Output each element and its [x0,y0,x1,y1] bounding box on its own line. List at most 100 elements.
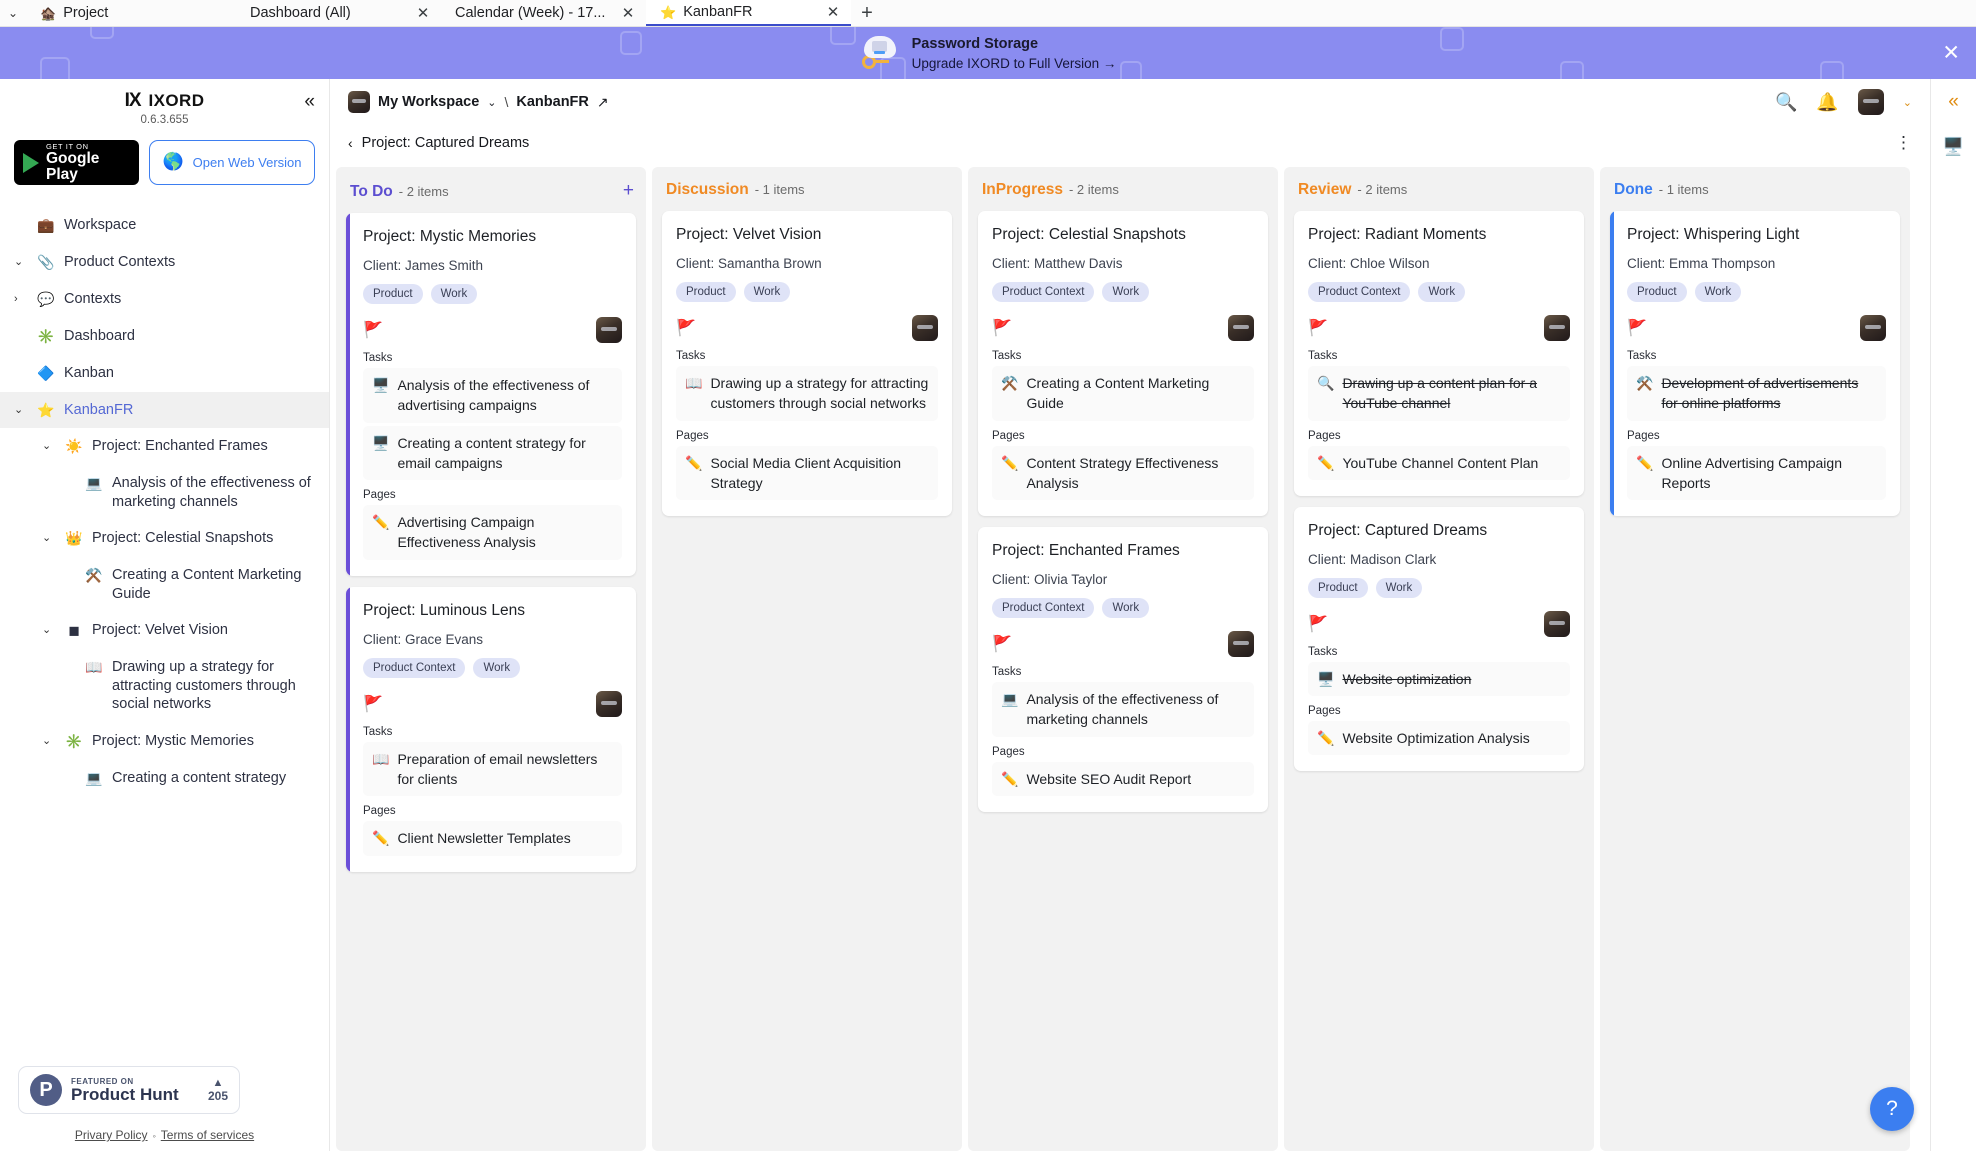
page-item[interactable]: ✏️ Website SEO Audit Report [992,761,1254,797]
sidebar-item-creating-a-content-marketing-guide[interactable]: ⚒️ Creating a Content Marketing Guide [0,557,329,612]
close-icon[interactable]: ✕ [1942,43,1960,64]
task-item[interactable]: 📖 Preparation of email newsletters for cl… [363,741,622,797]
more-options-icon[interactable]: ⋮ [1895,134,1912,152]
browser-tab[interactable]: 🏚️ Project [26,0,236,26]
tag-chip[interactable]: Work [743,282,791,302]
kanban-card[interactable]: Project: Velvet Vision Client: Samantha B… [662,211,952,517]
tag-chip[interactable]: Work [430,284,478,304]
product-hunt-badge[interactable]: P FEATURED ON Product Hunt ▲ 205 [18,1066,240,1114]
sidebar-item-kanban[interactable]: 🔷 Kanban [0,355,329,392]
tag-chip[interactable]: Product [676,282,736,302]
tag-chip[interactable]: Work [1418,282,1466,302]
tag-chip[interactable]: Product [363,284,423,304]
avatar[interactable] [1228,631,1254,658]
terms-of-service-link[interactable]: Terms of services [161,1128,254,1142]
kanban-card[interactable]: Project: Enchanted Frames Client: Olivia … [978,527,1268,813]
kanban-card[interactable]: Project: Luminous Lens Client: Grace Evan… [346,586,636,872]
sidebar-collapse-icon[interactable]: « [304,91,315,113]
avatar[interactable] [596,690,622,717]
chevron-down-icon[interactable]: ⌄ [42,621,56,637]
task-item[interactable]: 🖥️ Analysis of the effectiveness of adver… [363,368,622,423]
chevron-down-icon[interactable]: ⌄ [42,732,56,748]
kanban-card[interactable]: Project: Celestial Snapshots Client: Matt… [978,211,1268,517]
page-item[interactable]: ✏️ Client Newsletter Templates [363,821,622,856]
tab-close-icon[interactable]: ✕ [825,3,841,21]
tag-chip[interactable]: Product Context [992,282,1095,302]
page-item[interactable]: ✏️ Social Media Client Acquisition Strate… [676,445,938,501]
sidebar-item-kanbanfr[interactable]: ⌄ ⭐ KanbanFR [0,391,329,429]
chevron-down-icon[interactable]: ⌄ [14,401,28,417]
flag-icon[interactable]: 🚩 [992,318,1012,338]
task-item[interactable]: ⚒️ Development of advertisements for onli… [1627,366,1886,421]
kanban-card[interactable]: Project: Radiant Moments Client: Chloe Wi… [1294,211,1584,496]
tag-chip[interactable]: Product Context [992,598,1095,619]
add-card-button[interactable]: + [623,181,634,200]
flag-icon[interactable]: 🚩 [363,320,383,340]
avatar[interactable] [1544,315,1570,341]
chevron-down-icon[interactable]: ⌄ [14,253,28,269]
flag-icon[interactable]: 🚩 [1627,318,1647,338]
tag-chip[interactable]: Work [1375,577,1423,598]
tag-chip[interactable]: Product Context [1308,282,1411,302]
tab-close-icon[interactable]: ✕ [620,4,636,22]
kanban-card[interactable]: Project: Whispering Light Client: Emma Th… [1610,211,1900,517]
task-item[interactable]: 📖 Drawing up a strategy for attracting cu… [676,366,938,421]
tag-chip[interactable]: Product [1627,282,1687,302]
workspace-avatar[interactable] [348,91,370,113]
avatar[interactable] [1228,315,1254,341]
rail-collapse-icon[interactable]: « [1948,91,1959,113]
avatar[interactable] [1544,610,1570,637]
sidebar-item-project-celestial-snapshots[interactable]: ⌄ 👑 Project: Celestial Snapshots [0,520,329,557]
task-item[interactable]: 🖥️ Website optimization [1308,661,1570,697]
sidebar-item-project-mystic-memories[interactable]: ⌄ ✳️ Project: Mystic Memories [0,723,329,760]
board-name[interactable]: KanbanFR [516,94,589,110]
bell-icon[interactable]: 🔔 [1816,93,1838,111]
browser-tab[interactable]: Dashboard (All) ✕ [236,0,441,26]
google-play-button[interactable]: GET IT ON Google Play [14,140,139,185]
tag-chip[interactable]: Work [1102,598,1150,619]
workspace-name[interactable]: My Workspace [378,94,479,110]
tag-chip[interactable]: Work [1694,282,1742,302]
sidebar-item-dashboard[interactable]: ✳️ Dashboard [0,318,329,355]
page-item[interactable]: ✏️ Website Optimization Analysis [1308,721,1570,756]
avatar[interactable] [912,315,938,341]
flag-icon[interactable]: 🚩 [992,634,1012,654]
chevron-down-icon[interactable]: ⌄ [487,96,496,109]
sidebar-item-workspace[interactable]: 💼 Workspace [0,207,329,244]
sidebar-item-analysis-of-the-effectiveness-of-marketi[interactable]: 💻 Analysis of the effectiveness of market… [0,465,329,520]
sidebar-item-project-velvet-vision[interactable]: ⌄ ◼ Project: Velvet Vision [0,612,329,649]
tag-chip[interactable]: Product Context [363,657,466,678]
tab-list-chevron-icon[interactable]: ⌄ [0,0,26,26]
kanban-card[interactable]: Project: Mystic Memories Client: James Sm… [346,213,636,576]
tag-chip[interactable]: Work [1102,282,1150,302]
task-item[interactable]: 💻 Analysis of the effectiveness of market… [992,682,1254,737]
tag-chip[interactable]: Product [1308,577,1368,598]
monitor-icon[interactable]: 🖥️ [1943,137,1964,157]
task-item[interactable]: 🖥️ Creating a content strategy for email … [363,425,622,481]
privacy-policy-link[interactable]: Privary Policy [75,1128,148,1142]
search-icon[interactable]: 🔍 [1775,93,1797,111]
tag-chip[interactable]: Work [473,657,521,678]
external-link-icon[interactable]: ↗ [597,94,609,111]
chevron-down-icon[interactable]: ⌄ [42,529,56,545]
task-item[interactable]: ⚒️ Creating a Content Marketing Guide [992,366,1254,421]
page-item[interactable]: ✏️ YouTube Channel Content Plan [1308,445,1570,480]
browser-tab[interactable]: ⭐ KanbanFR ✕ [646,0,851,26]
avatar[interactable] [596,317,622,343]
page-item[interactable]: ✏️ Advertising Campaign Effectiveness Ana… [363,505,622,560]
flag-icon[interactable]: 🚩 [676,318,696,338]
avatar[interactable] [1860,315,1886,341]
flag-icon[interactable]: 🚩 [363,694,383,714]
kanban-card[interactable]: Project: Captured Dreams Client: Madison … [1294,506,1584,772]
sidebar-item-creating-a-content-strategy[interactable]: 💻 Creating a content strategy [0,760,329,797]
sidebar-item-product-contexts[interactable]: ⌄ 📎 Product Contexts [0,244,329,281]
page-item[interactable]: ✏️ Content Strategy Effectiveness Analysi… [992,445,1254,501]
browser-tab[interactable]: Calendar (Week) - 17... ✕ [441,0,646,26]
tab-close-icon[interactable]: ✕ [415,4,431,22]
sidebar-item-drawing-up-a-strategy-for-attracting-cus[interactable]: 📖 Drawing up a strategy for attracting cu… [0,649,329,723]
new-tab-button[interactable]: + [851,0,883,26]
sidebar-item-contexts[interactable]: › 💬 Contexts [0,281,329,318]
avatar[interactable] [1857,89,1884,115]
open-web-version-button[interactable]: 🌎 Open Web Version [149,140,315,185]
sidebar-item-project-enchanted-frames[interactable]: ⌄ ☀️ Project: Enchanted Frames [0,428,329,465]
